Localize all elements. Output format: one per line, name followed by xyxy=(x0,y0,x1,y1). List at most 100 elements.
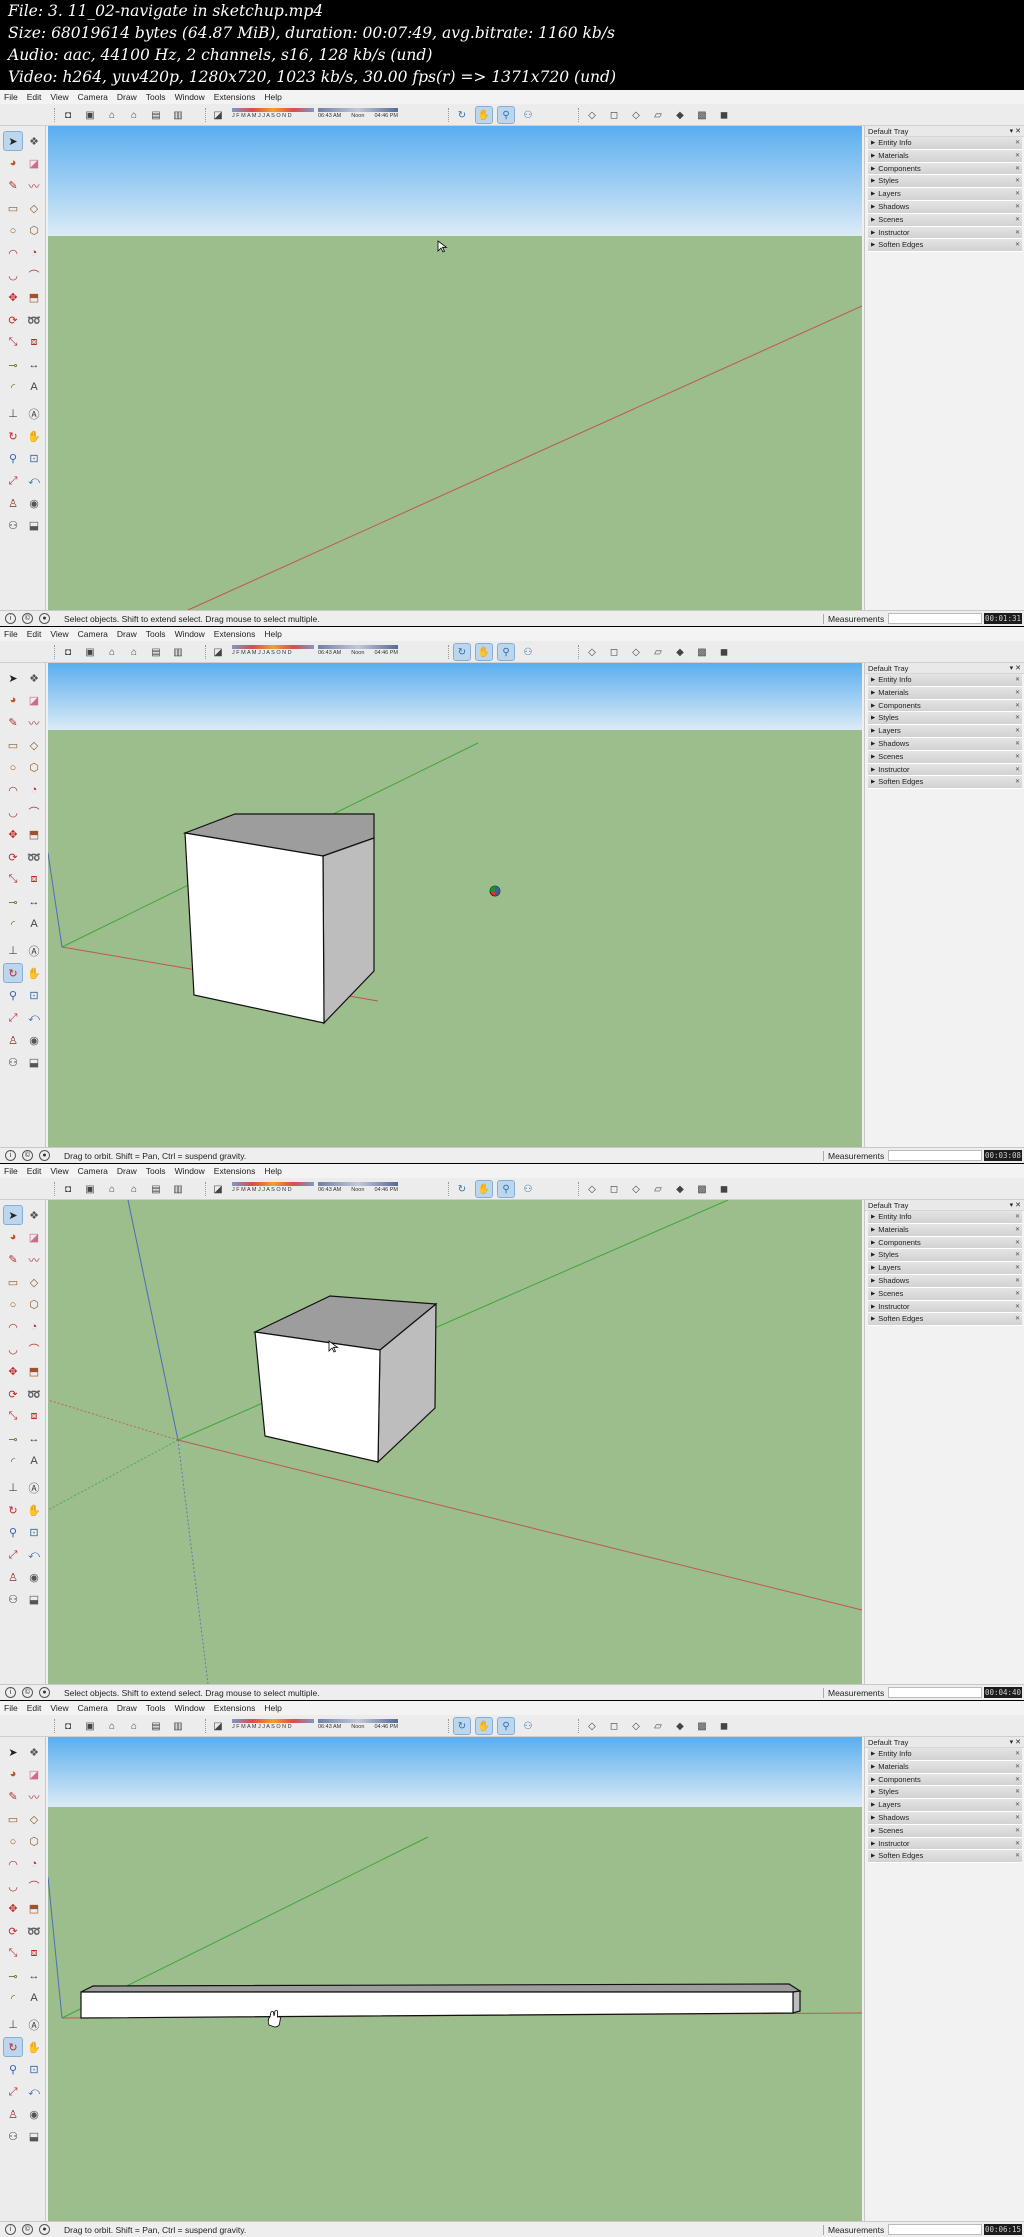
user-icon[interactable]: ● xyxy=(39,613,50,624)
xray-icon[interactable]: ◇ xyxy=(584,107,600,123)
menu-window[interactable]: Window xyxy=(175,1166,205,1176)
orbit-icon[interactable]: ↻ xyxy=(4,1501,22,1519)
close-icon[interactable]: ✕ xyxy=(1015,1301,1020,1314)
tray-panel-shadows[interactable]: ▶ Shadows ✕ xyxy=(868,1811,1022,1825)
tray-panel-shadows[interactable]: ▶ Shadows ✕ xyxy=(868,200,1022,214)
circle-icon[interactable]: ○ xyxy=(4,1296,22,1314)
close-icon[interactable]: ✕ xyxy=(1015,700,1020,713)
offset-icon[interactable]: ⧈ xyxy=(25,334,43,352)
tray-panel-soften-edges[interactable]: ▶ Soften Edges ✕ xyxy=(868,1850,1022,1864)
shaded-icon[interactable]: ◆ xyxy=(672,1181,688,1197)
tray-panel-layers[interactable]: ▶ Layers ✕ xyxy=(868,1262,1022,1275)
expand-triangle-icon[interactable]: ▶ xyxy=(871,1751,875,1757)
menu-window[interactable]: Window xyxy=(175,1703,205,1713)
zoom-icon[interactable]: ⚲ xyxy=(497,1180,515,1198)
pencil-icon[interactable]: ✎ xyxy=(4,714,22,732)
paint-bucket-icon[interactable]: ◕ xyxy=(4,1228,22,1246)
zoom-icon[interactable]: ⚲ xyxy=(4,987,22,1005)
hidden-line-icon[interactable]: ▱ xyxy=(650,1718,666,1734)
make-component-icon[interactable]: ❖ xyxy=(25,1743,43,1761)
expand-triangle-icon[interactable]: ▶ xyxy=(871,1841,875,1847)
zoom-icon[interactable]: ⚲ xyxy=(497,106,515,124)
pan-icon[interactable]: ✋ xyxy=(475,106,493,124)
pan-icon[interactable]: ✋ xyxy=(25,427,43,445)
expand-triangle-icon[interactable]: ▶ xyxy=(871,230,875,236)
expand-triangle-icon[interactable]: ▶ xyxy=(871,1853,875,1859)
dimension-icon[interactable]: ↔ xyxy=(25,893,43,911)
paint-bucket-icon[interactable]: ◕ xyxy=(4,691,22,709)
orbit-icon[interactable]: ↻ xyxy=(454,1181,470,1197)
shadow-time-slider[interactable]: 06:43 AM Noon 04:46 PM xyxy=(318,645,398,659)
walk-icon[interactable]: ⚇ xyxy=(4,1591,22,1609)
circle-icon[interactable]: ○ xyxy=(4,759,22,777)
paint-bucket-icon[interactable]: ◕ xyxy=(4,1765,22,1783)
move-icon[interactable]: ✥ xyxy=(4,289,22,307)
toolbar-grip[interactable] xyxy=(54,1182,57,1196)
orbit-icon[interactable]: ↻ xyxy=(453,643,471,661)
menu-edit[interactable]: Edit xyxy=(27,629,42,639)
shaded-icon[interactable]: ◆ xyxy=(672,1718,688,1734)
freehand-icon[interactable]: 〰 xyxy=(25,1788,43,1806)
walk-icon[interactable]: ⚇ xyxy=(520,107,536,123)
close-icon[interactable]: ✕ xyxy=(1015,712,1020,725)
freehand-icon[interactable]: 〰 xyxy=(25,714,43,732)
tray-panel-shadows[interactable]: ▶ Shadows ✕ xyxy=(868,737,1022,751)
toolbar-grip[interactable] xyxy=(578,108,581,122)
axes-icon[interactable]: ⊥ xyxy=(4,405,22,423)
measurements-input[interactable] xyxy=(888,613,982,624)
camera-icon[interactable]: ◘ xyxy=(60,1718,76,1734)
close-icon[interactable]: ✕ xyxy=(1015,1211,1020,1224)
scale-icon[interactable]: ⤡ xyxy=(4,871,22,889)
menu-camera[interactable]: Camera xyxy=(78,1703,108,1713)
position-camera-icon[interactable]: ♙ xyxy=(4,2105,22,2123)
home-icon[interactable]: ⌂ xyxy=(104,1718,120,1734)
tray-panel-instructor[interactable]: ▶ Instructor ✕ xyxy=(868,1300,1022,1314)
hidden-line-icon[interactable]: ▱ xyxy=(650,1181,666,1197)
look-around-icon[interactable]: ◉ xyxy=(25,2105,43,2123)
tray-panel-shadows[interactable]: ▶ Shadows ✕ xyxy=(868,1274,1022,1288)
push-pull-icon[interactable]: ⬒ xyxy=(25,289,43,307)
position-camera-icon[interactable]: ♙ xyxy=(4,1568,22,1586)
back-edges-icon[interactable]: ◻ xyxy=(606,107,622,123)
expand-triangle-icon[interactable]: ▶ xyxy=(871,191,875,197)
close-icon[interactable]: ✕ xyxy=(1015,1774,1020,1787)
menu-file[interactable]: File xyxy=(4,1166,18,1176)
offset-icon[interactable]: ⧈ xyxy=(25,1945,43,1963)
menu-view[interactable]: View xyxy=(50,629,68,639)
tray-controls[interactable]: ▾ ✕ xyxy=(1010,1737,1021,1748)
follow-me-icon[interactable]: ➿ xyxy=(25,1922,43,1940)
toolbar-grip[interactable] xyxy=(205,645,208,659)
tape-measure-icon[interactable]: ⊸ xyxy=(4,893,22,911)
shaded-icon[interactable]: ◆ xyxy=(672,107,688,123)
zoom-extents-icon[interactable]: ⤢ xyxy=(4,1546,22,1564)
text-icon[interactable]: A xyxy=(25,378,43,396)
menu-file[interactable]: File xyxy=(4,629,18,639)
close-icon[interactable]: ✕ xyxy=(1015,1249,1020,1262)
expand-triangle-icon[interactable]: ▶ xyxy=(871,1278,875,1284)
pan-icon[interactable]: ✋ xyxy=(25,964,43,982)
expand-triangle-icon[interactable]: ▶ xyxy=(871,1227,875,1233)
section-plane-icon[interactable]: ⬓ xyxy=(25,2128,43,2146)
rotate-icon[interactable]: ⟳ xyxy=(4,311,22,329)
protractor-icon[interactable]: ◜ xyxy=(4,915,22,933)
expand-triangle-icon[interactable]: ▶ xyxy=(871,1252,875,1258)
close-icon[interactable]: ✕ xyxy=(1015,188,1020,201)
expand-triangle-icon[interactable]: ▶ xyxy=(871,677,875,683)
modeling-viewport[interactable] xyxy=(48,1737,862,2221)
menu-file[interactable]: File xyxy=(4,1703,18,1713)
pie-icon[interactable]: ◔ xyxy=(25,1318,43,1336)
tray-panel-materials[interactable]: ▶ Materials ✕ xyxy=(868,1760,1022,1774)
tray-panel-components[interactable]: ▶ Components ✕ xyxy=(868,1236,1022,1250)
menu-tools[interactable]: Tools xyxy=(146,92,166,102)
measurements-input[interactable] xyxy=(888,1150,982,1161)
modeling-viewport[interactable] xyxy=(48,126,862,610)
two-point-arc-icon[interactable]: ◡ xyxy=(4,266,22,284)
tray-panel-instructor[interactable]: ▶ Instructor ✕ xyxy=(868,1837,1022,1851)
user-icon[interactable]: ● xyxy=(39,1150,50,1161)
close-icon[interactable]: ✕ xyxy=(1015,239,1020,252)
expand-triangle-icon[interactable]: ▶ xyxy=(871,1815,875,1821)
text-icon[interactable]: A xyxy=(25,1452,43,1470)
select-arrow-icon[interactable]: ➤ xyxy=(4,1743,22,1761)
paint-bucket-icon[interactable]: ◕ xyxy=(4,154,22,172)
camera-icon[interactable]: ◘ xyxy=(60,107,76,123)
